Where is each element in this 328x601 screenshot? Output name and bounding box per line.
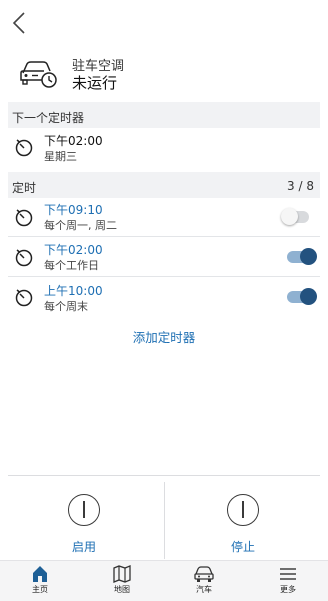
timer-toggle[interactable] <box>287 248 317 265</box>
timer-days: 每个周一, 周二 <box>44 219 117 232</box>
timer-time: 下午09:10 <box>44 203 103 217</box>
timer-icon <box>15 139 33 157</box>
timer-time: 下午02:00 <box>44 243 103 257</box>
tab-car[interactable]: 汽车 <box>174 561 234 601</box>
next-timer-day: 星期三 <box>44 150 77 163</box>
stop-label: 停止 <box>230 540 255 554</box>
menu-icon <box>280 568 296 580</box>
stop-icon <box>227 494 259 526</box>
back-button[interactable] <box>6 8 32 38</box>
tab-map-label: 地图 <box>114 585 130 594</box>
tab-more[interactable]: 更多 <box>258 561 318 601</box>
next-timer-time: 下午02:00 <box>44 134 103 148</box>
start-label: 启用 <box>71 540 96 554</box>
map-icon <box>113 565 131 583</box>
next-timer-item <box>14 137 34 161</box>
timer-icon <box>14 247 34 271</box>
divider <box>164 482 165 559</box>
status-value: 未运行 <box>72 74 118 92</box>
timer-count: 3 / 8 <box>287 179 314 193</box>
timer-toggle[interactable] <box>287 288 317 305</box>
parking-climate-car-icon <box>18 55 58 89</box>
start-button[interactable]: 启用 <box>54 482 114 560</box>
timer-time: 上午10:00 <box>44 284 103 298</box>
timer-days: 每个周末 <box>44 300 88 313</box>
power-icon <box>68 494 100 526</box>
tab-bar: 主页 地图 汽车 更多 <box>0 560 328 601</box>
timers-header <box>8 172 320 198</box>
next-timer-label: 下一个定时器 <box>12 111 85 125</box>
tab-home-label: 主页 <box>32 585 48 594</box>
timers-label: 定时 <box>12 181 37 195</box>
tab-home[interactable]: 主页 <box>10 561 70 601</box>
tab-map[interactable]: 地图 <box>92 561 152 601</box>
car-icon <box>194 566 214 582</box>
tab-more-label: 更多 <box>280 585 296 594</box>
timer-icon <box>14 207 34 231</box>
home-icon <box>33 566 47 582</box>
add-timer-link[interactable]: 添加定时器 <box>0 327 328 346</box>
divider <box>8 475 320 476</box>
timer-icon <box>14 287 34 311</box>
timer-days: 每个工作日 <box>44 259 99 272</box>
tab-car-label: 汽车 <box>196 585 212 594</box>
stop-button[interactable]: 停止 <box>213 482 273 560</box>
chevron-left-icon <box>12 12 25 34</box>
timer-toggle[interactable] <box>281 208 309 225</box>
